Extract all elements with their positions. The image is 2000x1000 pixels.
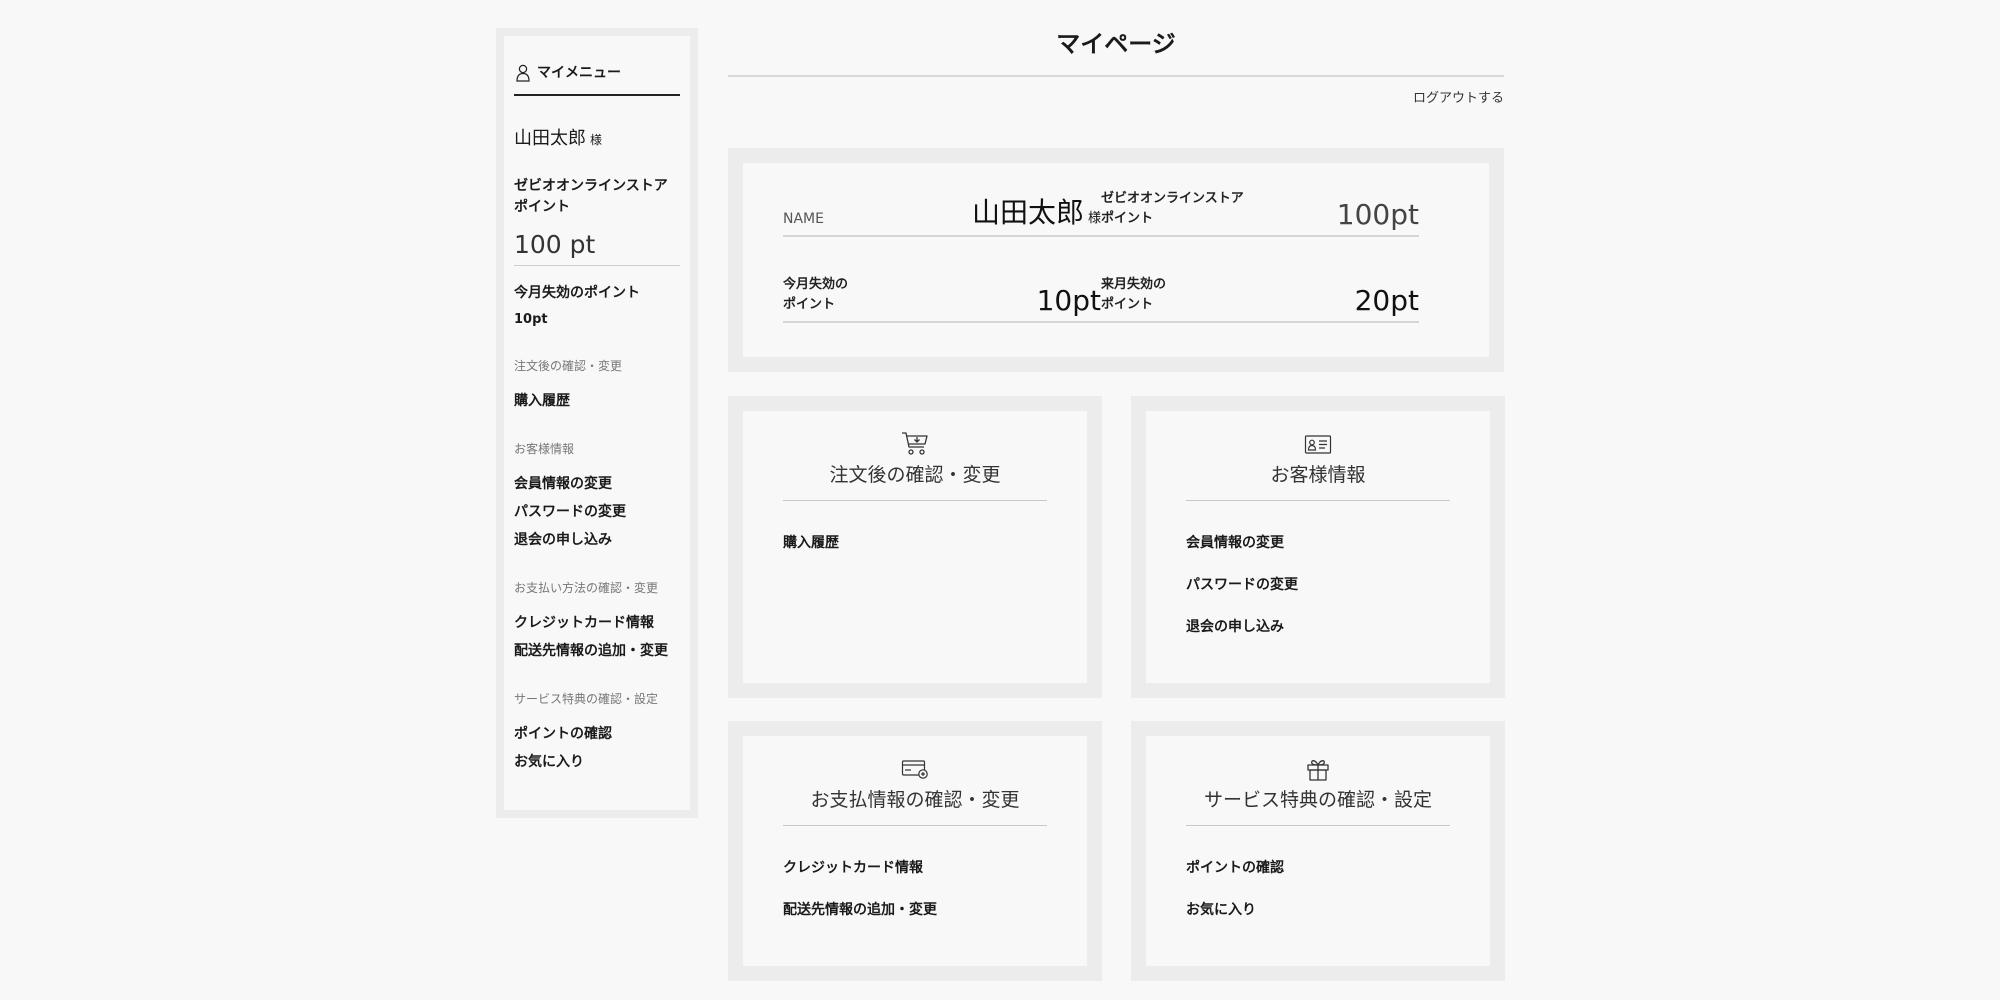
sidebar-section-orders: 注文後の確認・変更 (514, 359, 623, 373)
sidebar-link-shipping-address[interactable]: 配送先情報の追加・変更 (514, 642, 680, 660)
sidebar-title: マイメニュー (537, 65, 621, 81)
summary-next-month-line1: 来月失効の (1101, 277, 1167, 292)
summary-next-month-cell: 来月失効の ポイント 20pt (1101, 277, 1419, 323)
summary-this-month-line1: 今月失効の (783, 277, 849, 292)
sidebar-section-customer: お客様情報 (514, 442, 575, 456)
sidebar-header: マイメニュー (514, 36, 680, 96)
user-name: 山田太郎 (514, 128, 586, 149)
honorific: 様 (590, 133, 603, 147)
summary-store-points-word: ポイント (1101, 211, 1154, 226)
card-benefits: サービス特典の確認・設定 ポイントの確認 お気に入り (1131, 721, 1505, 981)
card-customer-info: お客様情報 会員情報の変更 パスワードの変更 退会の申し込み (1131, 396, 1505, 698)
gift-icon (1307, 760, 1329, 781)
person-icon (516, 64, 530, 82)
card-payment: お支払情報の確認・変更 クレジットカード情報 配送先情報の追加・変更 (728, 721, 1102, 981)
sidebar-store-points-label: ゼビオオンラインストア ポイント (514, 176, 680, 218)
summary-store-points-value: 100pt (1336, 198, 1419, 231)
card-link-purchase-history[interactable]: 購入履歴 (783, 535, 839, 551)
id-card-icon (1304, 435, 1332, 454)
sidebar-user-name: 山田太郎様 (514, 124, 680, 150)
logout-link[interactable]: ログアウトする (1413, 87, 1504, 106)
summary-store-points-cell: ゼビオオンラインストア ポイント 100pt (1101, 191, 1419, 237)
summary-this-month-cell: 今月失効の ポイント 10pt (783, 277, 1101, 323)
summary-next-month-line2: ポイント (1101, 297, 1154, 312)
card-divider (1186, 825, 1450, 826)
sidebar-link-favorites[interactable]: お気に入り (514, 753, 680, 771)
summary-name-value: 山田太郎様 (972, 191, 1101, 231)
summary-user-name: 山田太郎 (971, 196, 1084, 229)
summary-store-points-label: ゼビオオンラインストア ポイント (1101, 189, 1244, 229)
card-link-shipping-address[interactable]: 配送先情報の追加・変更 (783, 902, 937, 918)
credit-card-icon (901, 760, 928, 779)
page-title: マイページ (1056, 30, 1176, 58)
cart-icon (902, 432, 928, 455)
sidebar-link-points[interactable]: ポイントの確認 (514, 725, 680, 743)
sidebar-my-menu: マイメニュー 山田太郎様 ゼビオオンラインストア ポイント 100 pt 今月失… (496, 28, 698, 818)
summary-name-cell: NAME 山田太郎様 (783, 193, 1101, 237)
summary-honorific: 様 (1087, 211, 1101, 226)
card-link-withdraw[interactable]: 退会の申し込み (1186, 619, 1298, 635)
sidebar-link-credit-card[interactable]: クレジットカード情報 (514, 614, 680, 632)
sidebar-link-edit-member-info[interactable]: 会員情報の変更 (514, 475, 680, 493)
card-link-edit-member-info[interactable]: 会員情報の変更 (1186, 535, 1298, 551)
summary-this-month-line2: ポイント (783, 297, 836, 312)
sidebar-points-value: 100 pt (514, 230, 680, 266)
store-name: ゼビオオンラインストア (514, 178, 668, 194)
sidebar-expiring-label: 今月失効のポイント (514, 285, 640, 301)
card-benefits-title: サービス特典の確認・設定 (1203, 789, 1432, 811)
sidebar-link-change-password[interactable]: パスワードの変更 (514, 503, 680, 521)
sidebar-link-withdraw[interactable]: 退会の申し込み (514, 531, 680, 549)
card-link-credit-card[interactable]: クレジットカード情報 (783, 860, 937, 876)
sidebar-expiring-value: 10pt (514, 312, 548, 327)
summary-store-name: ゼビオオンラインストア (1101, 191, 1244, 206)
sidebar-section-payment: お支払い方法の確認・変更 (514, 581, 659, 595)
card-link-favorites[interactable]: お気に入り (1186, 902, 1284, 918)
summary-name-label: NAME (783, 211, 824, 227)
card-orders: 注文後の確認・変更 購入履歴 (728, 396, 1102, 698)
sidebar-section-benefits: サービス特典の確認・設定 (514, 692, 659, 706)
card-link-points[interactable]: ポイントの確認 (1186, 860, 1284, 876)
summary-this-month-value: 10pt (1036, 284, 1101, 317)
card-divider (783, 500, 1047, 501)
card-payment-title: お支払情報の確認・変更 (810, 789, 1020, 811)
card-link-change-password[interactable]: パスワードの変更 (1186, 577, 1298, 593)
card-orders-title: 注文後の確認・変更 (829, 464, 1001, 486)
title-divider (728, 75, 1504, 77)
summary-next-month-label: 来月失効の ポイント (1101, 275, 1166, 315)
card-divider (1186, 500, 1450, 501)
card-divider (783, 825, 1047, 826)
sidebar-link-purchase-history[interactable]: 購入履歴 (514, 392, 680, 410)
store-points-word: ポイント (514, 199, 570, 215)
card-customer-title: お客様情報 (1270, 464, 1366, 486)
summary-panel: NAME 山田太郎様 ゼビオオンラインストア ポイント 100pt 今月失効の … (728, 148, 1504, 372)
summary-this-month-label: 今月失効の ポイント (783, 275, 848, 315)
summary-next-month-value: 20pt (1354, 284, 1419, 317)
